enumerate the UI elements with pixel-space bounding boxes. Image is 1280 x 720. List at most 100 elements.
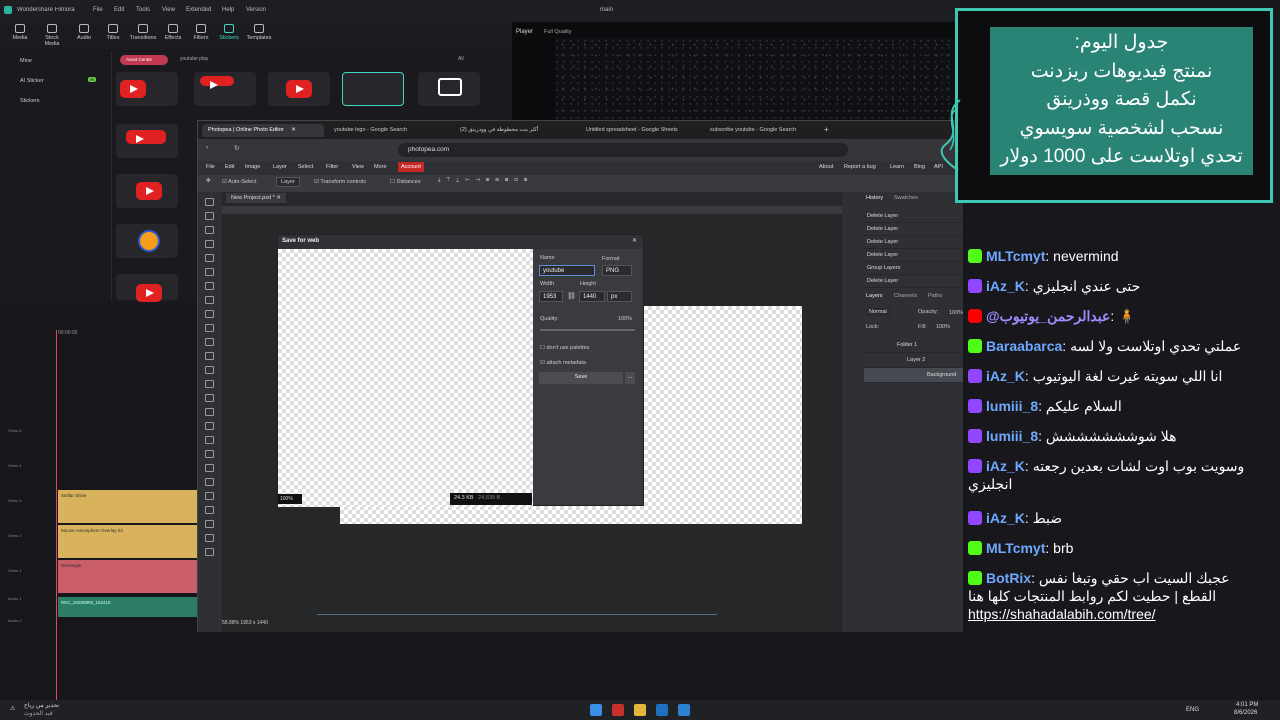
sticker-thumb[interactable] — [268, 72, 330, 106]
pp-tool-icon[interactable] — [205, 380, 214, 388]
timeline-clip[interactable]: REC_20260806_152418 — [58, 597, 200, 617]
pp-tool-icon[interactable] — [205, 282, 214, 290]
pp-menu-blog[interactable]: Blog — [914, 164, 925, 170]
fill-value[interactable]: 100% — [936, 324, 950, 330]
app-icon[interactable] — [678, 704, 690, 716]
menu-view[interactable]: View — [162, 7, 175, 13]
document-tab[interactable]: New Project.psd * ✕ — [226, 193, 286, 203]
back-icon[interactable]: ‹ — [206, 144, 208, 151]
pp-menu-edit[interactable]: Edit — [225, 164, 234, 170]
quality-slider[interactable] — [540, 329, 635, 331]
width-input[interactable]: 1953 — [539, 291, 563, 302]
pp-tool-icon[interactable] — [205, 506, 214, 514]
layer-row[interactable]: Layer 2 — [864, 353, 963, 368]
pp-menu-about[interactable]: About — [819, 164, 833, 170]
pp-tool-icon[interactable] — [205, 422, 214, 430]
tool-effects[interactable]: Effects — [159, 24, 187, 41]
tool-media[interactable]: Media — [6, 24, 34, 41]
pp-tool-icon[interactable] — [205, 520, 214, 528]
opacity-value[interactable]: 100% — [949, 310, 963, 316]
menu-extended[interactable]: Extended — [186, 7, 211, 13]
pp-tool-icon[interactable] — [205, 310, 214, 318]
language-indicator[interactable]: ENG — [1186, 707, 1199, 713]
close-icon[interactable]: ✕ — [291, 127, 296, 133]
pp-tool-icon[interactable] — [205, 296, 214, 304]
sticker-thumb[interactable] — [116, 274, 178, 302]
pp-tool-icon[interactable] — [205, 254, 214, 262]
history-item[interactable]: Delete Layer — [864, 249, 963, 262]
align-icons[interactable]: ⤓⊤⊥⊢⊣⊞⊟⊠⊡⊞ — [438, 177, 533, 184]
sticker-thumb[interactable] — [116, 124, 178, 158]
pp-menu-file[interactable]: File — [206, 164, 215, 170]
pp-menu-view[interactable]: View — [352, 164, 364, 170]
menu-version[interactable]: Version — [246, 7, 266, 13]
tool-stickers[interactable]: Stickers — [215, 24, 243, 41]
name-input[interactable]: youtube — [539, 265, 595, 276]
tool-stock-media[interactable]: Stock Media — [38, 24, 66, 47]
format-select[interactable]: PNG — [602, 265, 632, 276]
start-icon[interactable] — [590, 704, 602, 716]
pp-menu-learn[interactable]: Learn — [890, 164, 904, 170]
pp-tool-icon[interactable] — [205, 408, 214, 416]
channels-tab[interactable]: Channels — [894, 293, 917, 299]
save-button[interactable]: Save — [539, 372, 623, 384]
menu-file[interactable]: File — [93, 7, 103, 13]
tab-wuthering[interactable]: أكثر بنت محظوظة في ووذرينق (2) — [454, 124, 576, 137]
layers-tab[interactable]: Layers — [866, 293, 883, 299]
address-bar[interactable]: photopea.com — [398, 143, 848, 157]
sticker-thumb[interactable] — [116, 224, 178, 258]
clock-date[interactable]: 8/6/2026 — [1234, 710, 1257, 716]
playhead[interactable] — [56, 330, 57, 700]
filter-dropdown[interactable]: All — [458, 56, 464, 62]
dont-use-palettes-checkbox[interactable]: ☐ don't use palettes — [540, 345, 589, 351]
pp-menu-more[interactable]: More — [374, 164, 387, 170]
pp-tool-icon[interactable] — [205, 268, 214, 276]
chat-link[interactable]: https://shahadalabih.com/tree/ — [968, 606, 1156, 622]
pp-tool-icon[interactable] — [205, 352, 214, 360]
layer-select[interactable]: Layer — [276, 177, 300, 187]
sticker-thumb-selected[interactable] — [342, 72, 404, 106]
paths-tab[interactable]: Paths — [928, 293, 942, 299]
pp-menu-filter[interactable]: Filter — [326, 164, 338, 170]
quality-dropdown[interactable]: Full Quality — [544, 29, 572, 35]
sticker-thumb[interactable] — [194, 72, 256, 106]
app-icon[interactable] — [612, 704, 624, 716]
history-item[interactable]: Delete Layer — [864, 210, 963, 223]
pp-tool-icon[interactable] — [205, 198, 214, 206]
timeline-clip[interactable]: Stellar Shine — [58, 490, 200, 523]
distances-checkbox[interactable]: ☐ Distances — [390, 179, 421, 185]
clock-time[interactable]: 4:01 PM — [1236, 702, 1258, 708]
pp-tool-icon[interactable] — [205, 212, 214, 220]
tab-sheets[interactable]: Untitled spreadsheet - Google Sheets — [580, 124, 702, 137]
sidebar-item-ai-sticker[interactable]: AI Sticker — [20, 78, 44, 84]
pp-menu-report[interactable]: Report a bug — [844, 164, 876, 170]
tool-titles[interactable]: Titles — [99, 24, 127, 41]
tool-templates[interactable]: Templates — [245, 24, 273, 41]
tab-subscribe[interactable]: subscribe youtube - Google Search — [704, 124, 826, 137]
menu-help[interactable]: Help — [222, 7, 234, 13]
pp-tool-icon[interactable] — [205, 226, 214, 234]
move-tool-icon[interactable]: ✥ — [206, 178, 211, 184]
file-explorer-icon[interactable] — [634, 704, 646, 716]
link-icon[interactable]: ⛓ — [567, 292, 576, 300]
history-item[interactable]: Delete Layer — [864, 236, 963, 249]
swatches-tab[interactable]: Swatches — [894, 195, 918, 201]
transform-controls-checkbox[interactable]: ☑ Transform controls — [314, 179, 366, 185]
tab-photopea[interactable]: Photopea | Online Photo Editor ✕ — [202, 124, 324, 137]
history-tab[interactable]: History — [866, 195, 883, 201]
close-icon[interactable]: ✕ — [632, 237, 637, 244]
pp-tool-icon[interactable] — [205, 338, 214, 346]
sticker-thumb[interactable] — [116, 174, 178, 208]
blend-mode-select[interactable]: Normal — [866, 308, 890, 316]
unit-select[interactable]: px — [607, 291, 632, 302]
timeline-clip[interactable]: Rectangle — [58, 560, 200, 593]
tool-filters[interactable]: Filters — [187, 24, 215, 41]
pp-tool-icon[interactable] — [205, 492, 214, 500]
history-item[interactable]: Delete Layer — [864, 223, 963, 236]
layer-row[interactable]: Folder 1 — [864, 338, 963, 353]
pp-tool-icon[interactable] — [205, 324, 214, 332]
weather-icon[interactable]: ⚠ — [10, 705, 15, 712]
timeline-clip[interactable]: Mouse Atmosphere Overlay 03 — [58, 525, 200, 558]
history-item[interactable]: Delete Layer — [864, 275, 963, 288]
steam-icon[interactable] — [656, 704, 668, 716]
